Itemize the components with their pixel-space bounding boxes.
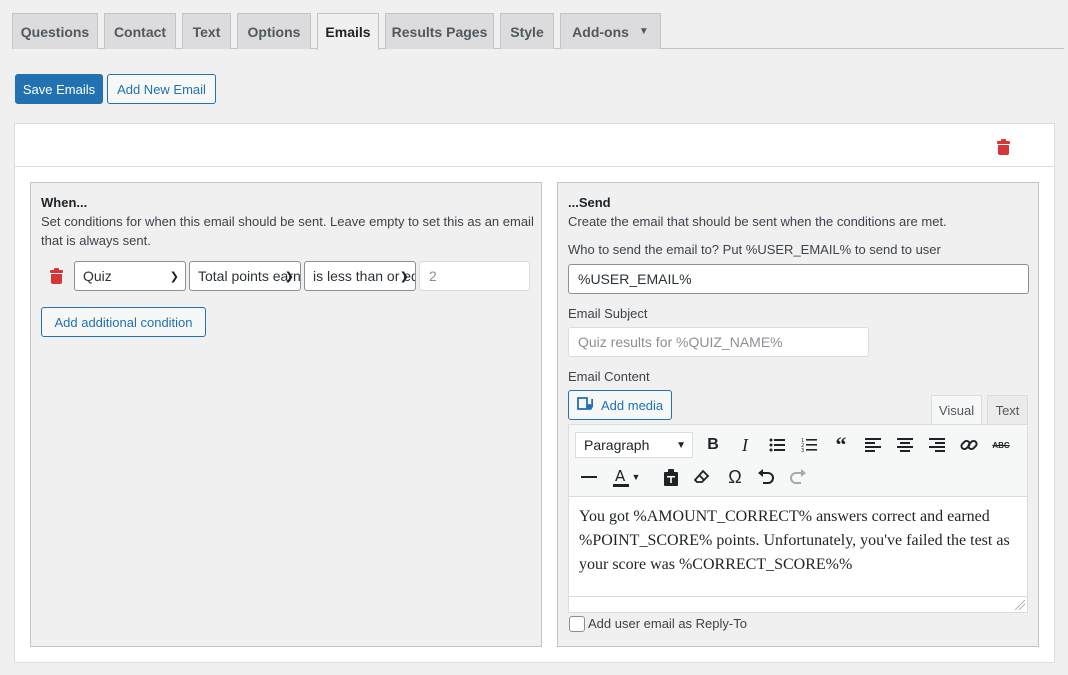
tab-contact[interactable]: Contact — [104, 13, 176, 49]
email-content-text[interactable]: You got %AMOUNT_CORRECT% answers correct… — [579, 505, 1023, 577]
tab-text-editor[interactable]: Text — [987, 395, 1028, 425]
condition-criteria-select[interactable]: Total points earned❯ — [189, 261, 301, 291]
caret-down-icon[interactable]: ▼ — [629, 463, 643, 491]
resize-handle-icon[interactable] — [1015, 600, 1025, 610]
tab-visual[interactable]: Visual — [931, 395, 982, 425]
tab-options[interactable]: Options — [237, 13, 311, 49]
italic-icon[interactable]: I — [731, 431, 759, 459]
email-content-editor: Paragraph ▼ B I 123 “ ABC A ▼ Ω You got … — [568, 424, 1028, 613]
svg-text:A: A — [615, 467, 626, 485]
tab-results-pages[interactable]: Results Pages — [385, 13, 494, 49]
condition-category-select[interactable]: Quiz ❯ — [74, 261, 186, 291]
link-icon[interactable] — [955, 431, 983, 459]
tab-questions[interactable]: Questions — [12, 13, 98, 49]
bold-icon[interactable]: B — [699, 431, 727, 459]
tab-label: Style — [510, 23, 544, 40]
tab-style[interactable]: Style — [500, 13, 554, 49]
when-panel — [30, 182, 542, 647]
tab-label: Emails — [325, 24, 371, 40]
chevron-down-icon: ❯ — [169, 271, 179, 283]
format-select-value: Paragraph — [584, 437, 650, 453]
editor-statusbar — [569, 596, 1027, 612]
tab-label: Results Pages — [391, 23, 488, 40]
subject-input[interactable]: Quiz results for %QUIZ_NAME% — [568, 327, 869, 357]
tab-add-ons[interactable]: Add-ons ▼ — [560, 13, 661, 49]
chevron-down-icon: ❯ — [284, 271, 294, 283]
undo-icon[interactable] — [752, 463, 780, 491]
horizontal-rule-icon[interactable] — [575, 463, 603, 491]
paste-text-icon[interactable] — [657, 463, 685, 491]
caret-down-icon: ▼ — [676, 440, 686, 451]
reply-to-checkbox[interactable] — [569, 616, 585, 632]
add-media-label: Add media — [601, 397, 664, 413]
tab-label: Questions — [20, 23, 90, 40]
reply-to-label: Add user email as Reply-To — [588, 616, 747, 631]
tab-emails[interactable]: Emails — [317, 13, 379, 50]
trash-icon[interactable] — [997, 139, 1010, 155]
subject-label: Email Subject — [568, 306, 648, 321]
add-media-button[interactable]: Add media — [568, 390, 672, 420]
chevron-down-icon: ❯ — [399, 271, 409, 283]
tab-label: Contact — [113, 23, 167, 40]
format-select[interactable]: Paragraph ▼ — [575, 432, 693, 458]
tab-label: Text — [192, 23, 221, 40]
add-media-icon — [577, 397, 593, 410]
to-email-input[interactable]: %USER_EMAIL% — [568, 264, 1029, 294]
bullet-list-icon[interactable] — [763, 431, 791, 459]
numbered-list-icon[interactable]: 123 — [795, 431, 823, 459]
tab-label: Options — [247, 23, 301, 40]
select-value: Quiz — [83, 268, 112, 284]
caret-down-icon: ▼ — [638, 26, 649, 37]
email-card-header — [15, 124, 1054, 167]
editor-toolbar: Paragraph ▼ B I 123 “ ABC A ▼ Ω — [569, 425, 1027, 497]
strikethrough-icon[interactable]: ABC — [987, 431, 1015, 459]
align-left-icon[interactable] — [859, 431, 887, 459]
tab-text[interactable]: Text — [182, 13, 231, 49]
align-center-icon[interactable] — [891, 431, 919, 459]
content-label: Email Content — [568, 369, 650, 384]
when-heading: When... — [41, 195, 88, 210]
trash-icon[interactable] — [50, 268, 63, 284]
special-character-icon[interactable]: Ω — [721, 463, 749, 491]
add-additional-condition-button[interactable]: Add additional condition — [41, 307, 206, 337]
tab-bar: Questions Contact Text Options Emails Re… — [12, 13, 1064, 50]
condition-operator-select[interactable]: is less than or equal to❯ — [304, 261, 416, 291]
redo-icon[interactable] — [784, 463, 812, 491]
to-label: Who to send the email to? Put %USER_EMAI… — [568, 242, 941, 257]
send-description: Create the email that should be sent whe… — [568, 214, 947, 229]
clear-formatting-icon[interactable] — [688, 463, 716, 491]
when-description: Set conditions for when this email shoul… — [41, 214, 534, 248]
blockquote-icon[interactable]: “ — [827, 431, 855, 459]
save-emails-button[interactable]: Save Emails — [15, 74, 103, 104]
align-right-icon[interactable] — [923, 431, 951, 459]
tab-label: Add-ons — [572, 23, 629, 40]
send-heading: ...Send — [568, 195, 611, 210]
svg-text:3: 3 — [801, 448, 804, 452]
condition-value-input[interactable]: 2 — [419, 261, 530, 291]
add-new-email-button[interactable]: Add New Email — [107, 74, 216, 104]
